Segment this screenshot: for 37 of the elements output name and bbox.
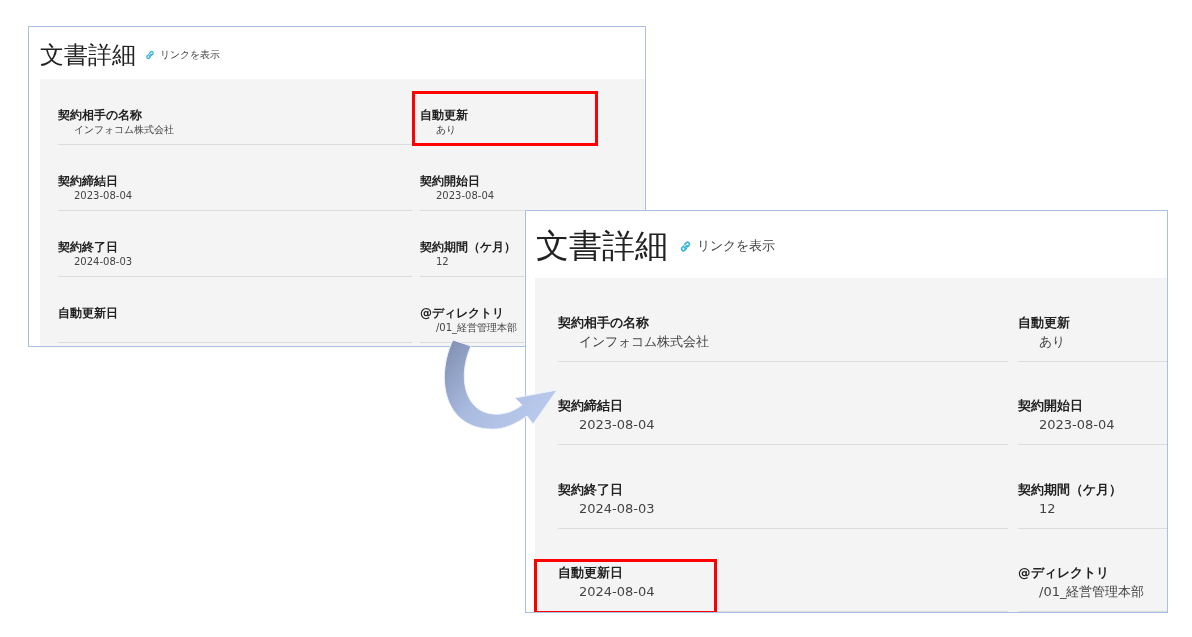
show-link[interactable]: リンクを表示 — [697, 237, 775, 255]
field-value: 2023-08-04 — [73, 189, 133, 203]
link-icon — [144, 48, 156, 61]
field-label: 契約終了日 — [558, 480, 623, 499]
field-label: 契約開始日 — [1018, 397, 1083, 415]
field-label: 契約相手の名称 — [558, 313, 649, 332]
field-value: 2024-08-03 — [73, 255, 133, 269]
link-icon — [678, 238, 693, 254]
field-value: 2023-08-04 — [435, 189, 495, 203]
page-title: 文書詳細 — [536, 224, 668, 267]
field-label: @ディレクトリ — [1018, 564, 1109, 582]
field-value: 12 — [435, 255, 449, 269]
field-label: 契約締結日 — [58, 174, 118, 188]
field-label: @ディレクトリ — [420, 306, 504, 320]
field-label: 契約期間（ケ月） — [420, 240, 516, 254]
field-value: 2023-08-04 — [1038, 416, 1115, 434]
field-label: 自動更新日 — [58, 306, 118, 320]
field-value: あり — [435, 123, 456, 137]
field-label: 自動更新 — [1018, 313, 1070, 332]
field-value: 12 — [1038, 499, 1056, 518]
field-label: 契約期間（ケ月） — [1018, 480, 1122, 499]
field-value: 2024-08-03 — [578, 499, 655, 518]
field-value: 2024-08-04 — [578, 583, 655, 601]
field-value: 2023-08-04 — [578, 416, 655, 434]
field-label: 契約相手の名称 — [58, 108, 142, 122]
page-title: 文書詳細 — [40, 39, 136, 71]
field-value: /01_経営管理本部 — [435, 321, 518, 335]
field-label: 契約開始日 — [420, 174, 480, 188]
field-value: インフォコム株式会社 — [578, 332, 709, 351]
field-value: インフォコム株式会社 — [73, 123, 174, 137]
field-label: 自動更新 — [420, 108, 468, 122]
field-value: あり — [1038, 332, 1065, 351]
field-label: 契約締結日 — [558, 397, 623, 415]
field-label: 契約終了日 — [58, 240, 118, 254]
show-link[interactable]: リンクを表示 — [160, 47, 220, 62]
field-value: /01_経営管理本部 — [1038, 583, 1145, 601]
field-label: 自動更新日 — [558, 564, 623, 582]
